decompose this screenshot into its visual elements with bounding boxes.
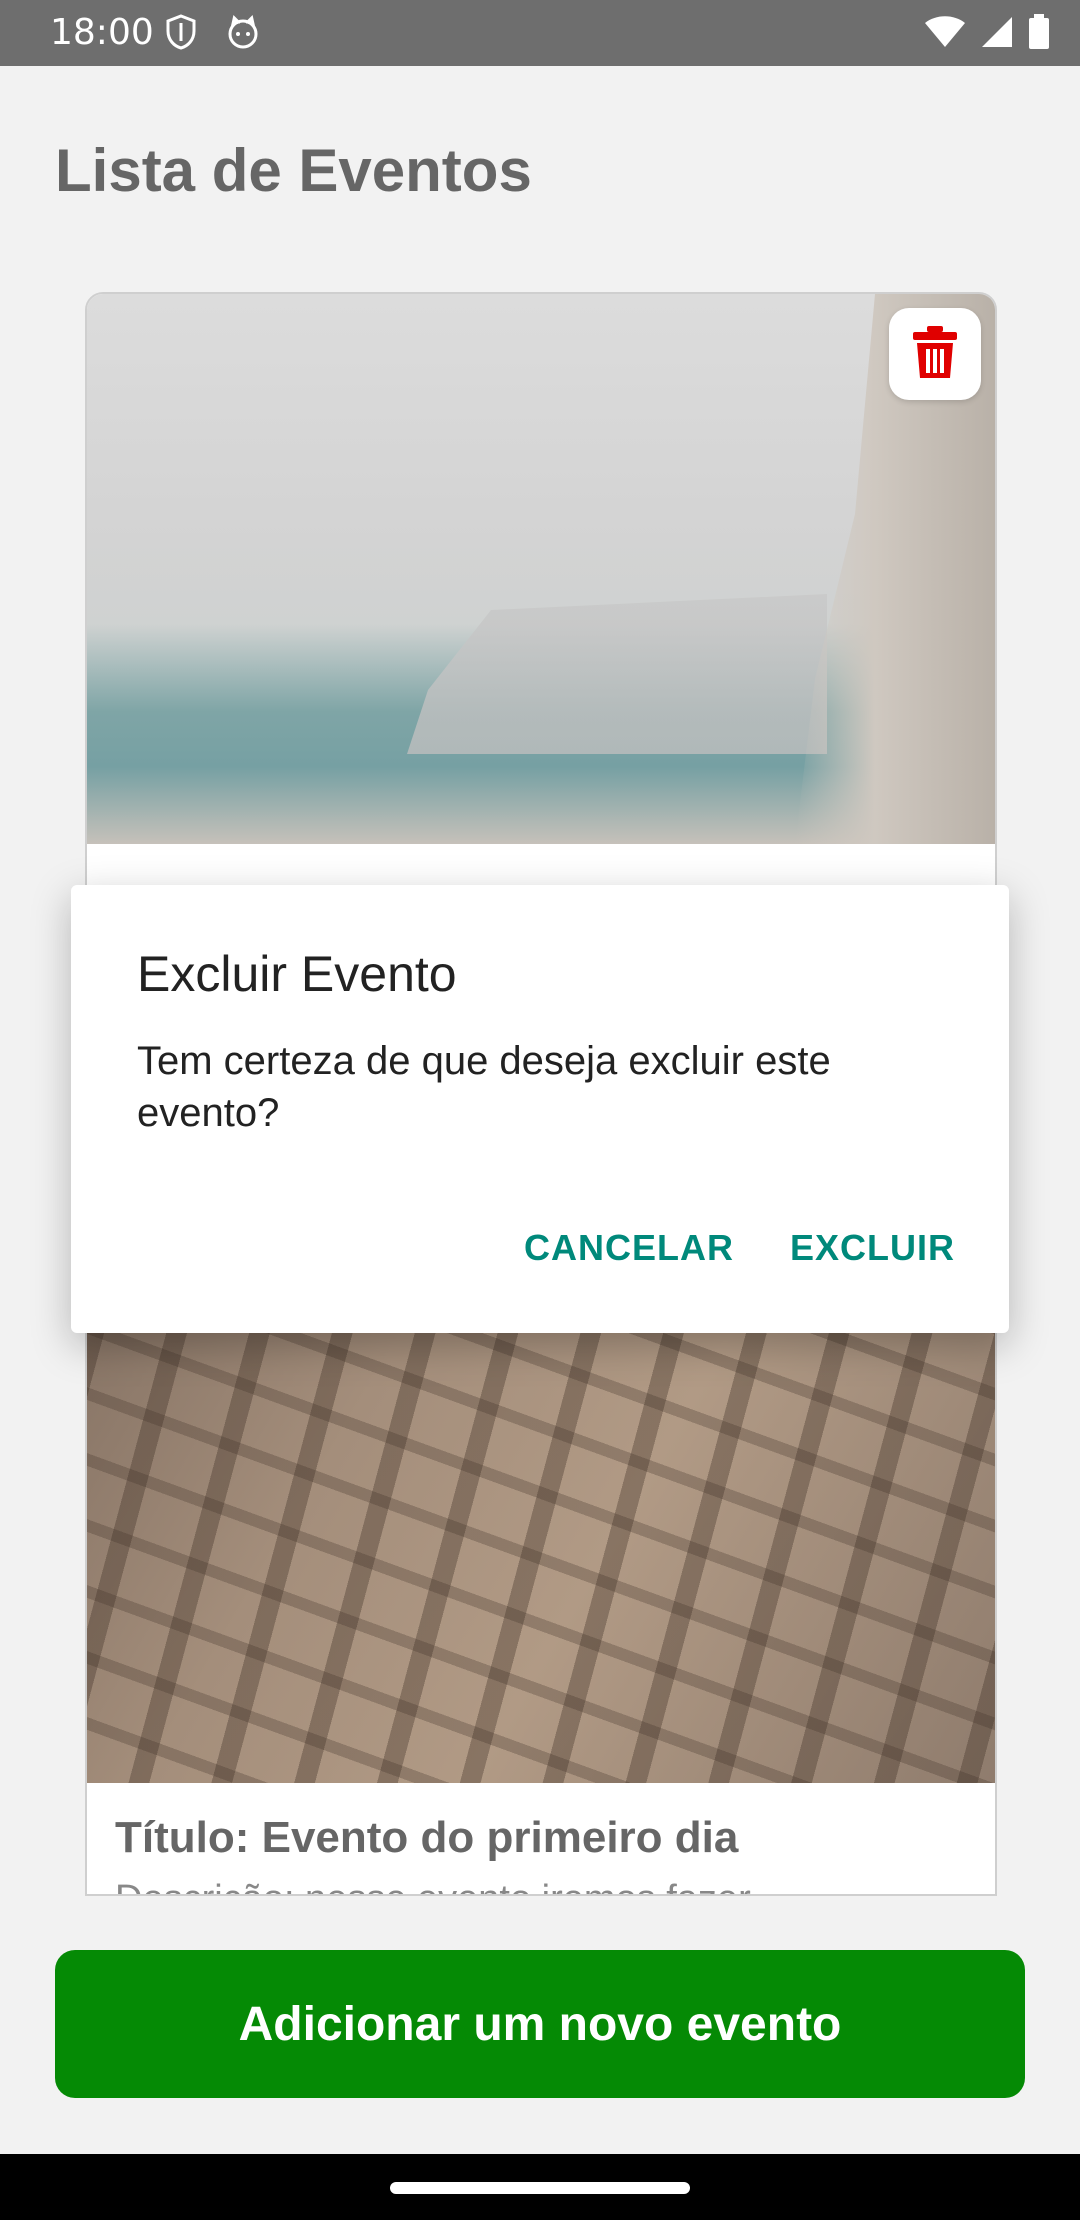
home-gesture-handle[interactable] — [390, 2182, 690, 2194]
navigation-bar — [0, 2154, 1080, 2220]
dialog-title: Excluir Evento — [137, 946, 457, 1002]
dialog-message: Tem certeza de que deseja excluir este e… — [137, 1039, 831, 1135]
cancel-button[interactable]: CANCELAR — [524, 1227, 734, 1269]
confirm-delete-button[interactable]: EXCLUIR — [790, 1227, 955, 1269]
delete-confirm-dialog: Excluir Evento Tem certeza de que deseja… — [71, 885, 1009, 1333]
